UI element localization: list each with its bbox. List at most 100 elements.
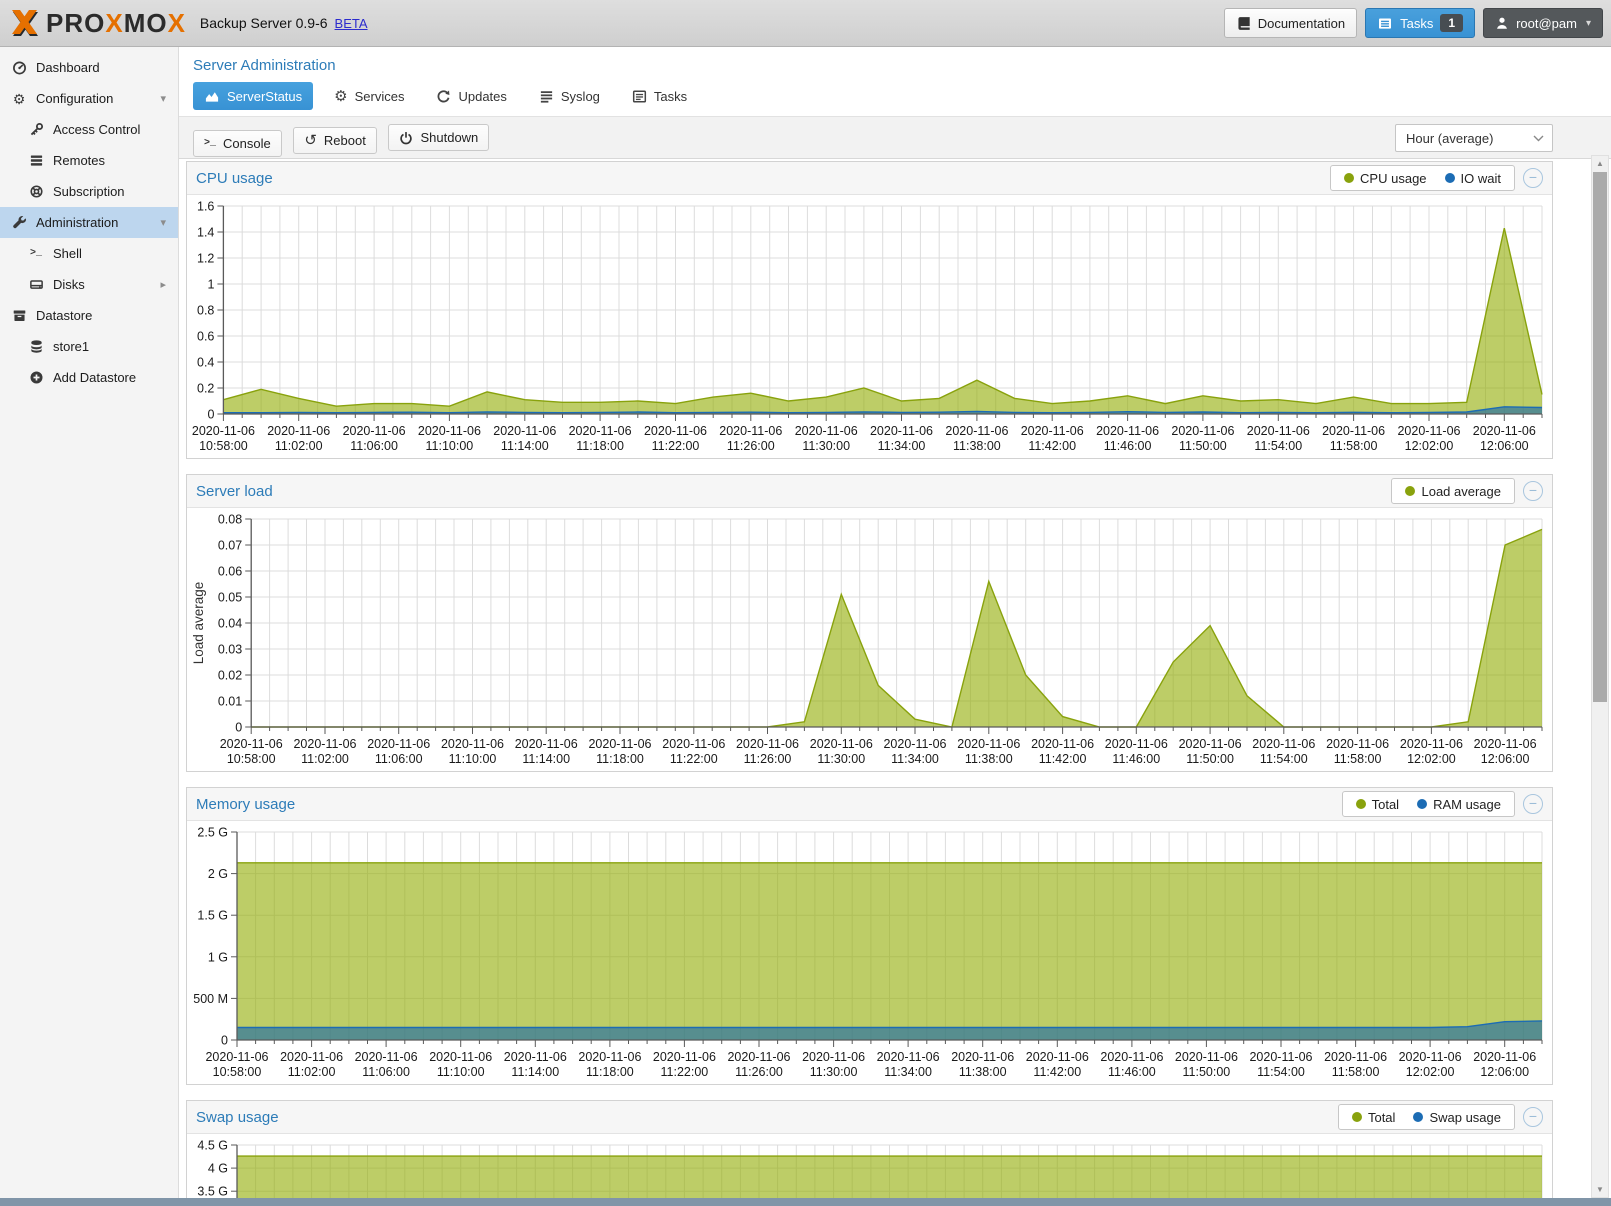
timeframe-select[interactable]: Hour (average): [1395, 124, 1553, 152]
svg-text:2020-11-06: 2020-11-06: [1252, 737, 1315, 751]
svg-text:2020-11-06: 2020-11-06: [719, 424, 782, 438]
chevron-down-icon[interactable]: ▾: [160, 92, 166, 105]
svg-text:2020-11-06: 2020-11-06: [192, 424, 255, 438]
database-icon: [27, 339, 45, 354]
shutdown-button[interactable]: Shutdown: [388, 124, 489, 151]
legend-item[interactable]: Total: [1347, 797, 1408, 812]
scroll-down-icon[interactable]: ▼: [1592, 1185, 1608, 1194]
svg-text:2020-11-06: 2020-11-06: [1096, 424, 1159, 438]
series-color-dot: [1344, 173, 1354, 183]
series-color-dot: [1413, 1112, 1423, 1122]
svg-text:11:50:00: 11:50:00: [1186, 752, 1234, 766]
svg-text:11:18:00: 11:18:00: [586, 1065, 634, 1079]
svg-text:2020-11-06: 2020-11-06: [795, 424, 858, 438]
svg-text:11:58:00: 11:58:00: [1334, 752, 1382, 766]
svg-text:11:34:00: 11:34:00: [884, 1065, 932, 1079]
svg-text:11:58:00: 11:58:00: [1330, 439, 1378, 453]
legend-item[interactable]: CPU usage: [1335, 171, 1435, 186]
tab-services[interactable]: ⚙ Services: [323, 82, 415, 110]
documentation-button[interactable]: Documentation: [1224, 8, 1357, 38]
cpu-usage-chart: 00.20.40.60.811.21.41.62020-11-0610:58:0…: [189, 196, 1548, 459]
svg-text:11:06:00: 11:06:00: [362, 1065, 410, 1079]
svg-text:10:58:00: 10:58:00: [199, 439, 248, 453]
legend-item[interactable]: Swap usage: [1404, 1110, 1510, 1125]
panel-header: Memory usage Total RAM usage −: [187, 788, 1552, 821]
legend-item[interactable]: Total: [1343, 1110, 1404, 1125]
svg-text:2020-11-06: 2020-11-06: [569, 424, 632, 438]
reboot-button[interactable]: ↺ Reboot: [293, 127, 377, 154]
top-bar: PROXMOX Backup Server 0.9-6 BETA Documen…: [0, 0, 1611, 47]
svg-text:12:06:00: 12:06:00: [1480, 439, 1529, 453]
product-version-label: Backup Server 0.9-6: [200, 15, 328, 31]
tab-syslog[interactable]: Syslog: [528, 82, 611, 110]
svg-text:2020-11-06: 2020-11-06: [1031, 737, 1094, 751]
svg-text:2020-11-06: 2020-11-06: [205, 1050, 268, 1064]
svg-text:11:06:00: 11:06:00: [350, 439, 398, 453]
terminal-icon: >_: [204, 138, 216, 149]
tab-serverstatus[interactable]: ServerStatus: [193, 82, 313, 110]
sidebar-item-access-control[interactable]: Access Control: [0, 114, 178, 145]
svg-text:2020-11-06: 2020-11-06: [802, 1050, 865, 1064]
svg-text:11:34:00: 11:34:00: [878, 439, 926, 453]
console-button[interactable]: >_ Console: [193, 130, 282, 157]
svg-text:2020-11-06: 2020-11-06: [293, 737, 356, 751]
sidebar-item-disks[interactable]: Disks ▸: [0, 269, 178, 300]
sidebar-nav: Dashboard ⚙ Configuration ▾ Access Contr…: [0, 47, 179, 1198]
legend-item[interactable]: Load average: [1396, 484, 1510, 499]
sidebar-item-add-datastore[interactable]: Add Datastore: [0, 362, 178, 393]
terminal-icon: >_: [27, 248, 45, 259]
svg-text:2020-11-06: 2020-11-06: [1399, 1050, 1462, 1064]
sidebar-item-datastore[interactable]: Datastore: [0, 300, 178, 331]
tasks-button[interactable]: Tasks 1: [1365, 8, 1475, 38]
proxmox-logo: PROXMOX: [8, 8, 186, 39]
svg-text:11:22:00: 11:22:00: [661, 1065, 709, 1079]
svg-text:2020-11-06: 2020-11-06: [1100, 1050, 1163, 1064]
svg-text:11:14:00: 11:14:00: [511, 1065, 559, 1079]
beta-link[interactable]: BETA: [335, 16, 368, 31]
svg-text:2020-11-06: 2020-11-06: [267, 424, 330, 438]
tasks-count-badge: 1: [1440, 14, 1463, 32]
sidebar-item-remotes[interactable]: Remotes: [0, 145, 178, 176]
sidebar-item-subscription[interactable]: Subscription: [0, 176, 178, 207]
chevron-down-icon[interactable]: ▾: [160, 216, 166, 229]
life-ring-icon: [27, 184, 45, 199]
sidebar-item-shell[interactable]: >_ Shell: [0, 238, 178, 269]
svg-text:4.5 G: 4.5 G: [197, 1139, 228, 1153]
collapse-icon[interactable]: −: [1523, 481, 1543, 501]
proxmox-backup-server-page: PROXMOX Backup Server 0.9-6 BETA Documen…: [0, 0, 1611, 1206]
chart-legend: Total Swap usage: [1338, 1104, 1515, 1130]
legend-item[interactable]: RAM usage: [1408, 797, 1510, 812]
bottom-edge-bar: [0, 1198, 1611, 1206]
sidebar-item-administration[interactable]: Administration ▾: [0, 207, 178, 238]
scroll-up-icon[interactable]: ▲: [1592, 159, 1608, 168]
svg-text:11:30:00: 11:30:00: [810, 1065, 858, 1079]
svg-text:2020-11-06: 2020-11-06: [736, 737, 799, 751]
collapse-icon[interactable]: −: [1523, 168, 1543, 188]
scrollbar-thumb[interactable]: [1593, 172, 1607, 702]
tab-updates[interactable]: Updates: [425, 82, 517, 110]
svg-text:11:38:00: 11:38:00: [965, 752, 1013, 766]
svg-text:2020-11-06: 2020-11-06: [1474, 737, 1537, 751]
charts-area: CPU usage CPU usage IO wait − 00.20.40.6…: [179, 159, 1611, 1198]
refresh-icon: [436, 89, 451, 104]
collapse-icon[interactable]: −: [1523, 1107, 1543, 1127]
chevron-right-icon[interactable]: ▸: [160, 278, 166, 291]
main-content: Server Administration ServerStatus ⚙ Ser…: [179, 47, 1611, 1198]
svg-text:2020-11-06: 2020-11-06: [1021, 424, 1084, 438]
sidebar-item-store1[interactable]: store1: [0, 331, 178, 362]
gears-icon: ⚙: [334, 89, 347, 104]
svg-text:2020-11-06: 2020-11-06: [810, 737, 873, 751]
tab-tasks[interactable]: Tasks: [621, 82, 698, 110]
legend-item[interactable]: IO wait: [1436, 171, 1510, 186]
svg-text:2 G: 2 G: [208, 867, 228, 881]
sidebar-item-dashboard[interactable]: Dashboard: [0, 52, 178, 83]
collapse-icon[interactable]: −: [1523, 794, 1543, 814]
vertical-scrollbar[interactable]: ▲ ▼: [1591, 155, 1609, 1198]
svg-text:4 G: 4 G: [208, 1162, 228, 1176]
sidebar-item-configuration[interactable]: ⚙ Configuration ▾: [0, 83, 178, 114]
user-menu-button[interactable]: root@pam ▾: [1483, 8, 1603, 38]
svg-text:1 G: 1 G: [208, 950, 228, 964]
task-list-icon: [632, 89, 647, 104]
svg-text:11:38:00: 11:38:00: [953, 439, 1001, 453]
svg-text:0: 0: [207, 408, 214, 422]
